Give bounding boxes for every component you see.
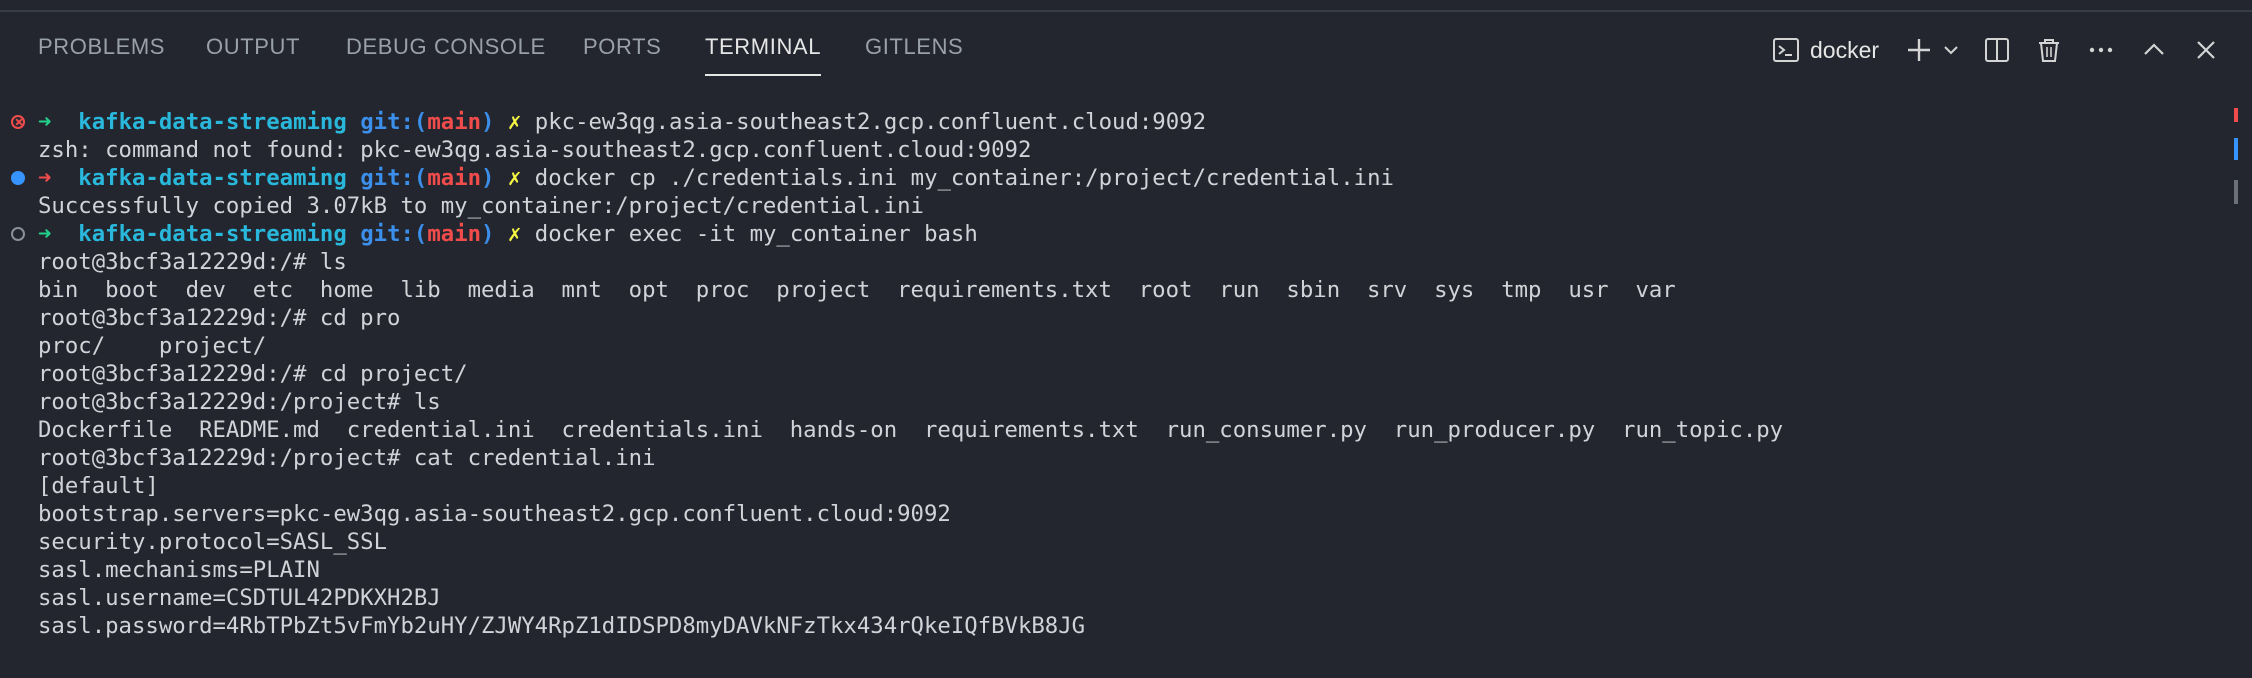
prompt-repo: kafka-data-streaming [78, 165, 347, 191]
scroll-thumb[interactable] [2234, 180, 2238, 204]
prompt-git-close: ) [481, 109, 495, 135]
output-line: sasl.password=4RbTPbZt5vFmYb2uHY/ZJWY4Rp… [38, 613, 1086, 639]
command-error-icon[interactable] [11, 115, 25, 129]
new-terminal-button[interactable] [1903, 32, 1935, 68]
output-line: root@3bcf3a12229d:/# cd project/ [38, 361, 468, 387]
command-running-icon[interactable] [11, 227, 25, 241]
tab-problems[interactable]: PROBLEMS [38, 34, 165, 60]
output-line: root@3bcf3a12229d:/# ls [38, 249, 347, 275]
shell-name: docker [1810, 36, 1880, 63]
output-line: Dockerfile README.md credential.ini cred… [38, 417, 1784, 443]
tab-ports[interactable]: PORTS [583, 34, 661, 60]
prompt-branch: main [427, 165, 482, 191]
output-line: bootstrap.servers=pkc-ew3qg.asia-southea… [38, 501, 951, 527]
terminal-shell-selector[interactable]: docker [1772, 32, 1879, 68]
more-icon [2087, 36, 2115, 64]
output-line: Successfully copied 3.07kB to my_contain… [38, 193, 924, 219]
command-text: docker cp ./credentials.ini my_container… [534, 165, 1394, 191]
output-line: root@3bcf3a12229d:/# cd pro [38, 305, 401, 331]
kill-terminal-button[interactable] [2033, 32, 2065, 68]
output-line: bin boot dev etc home lib media mnt opt … [38, 277, 1676, 303]
prompt-git: git:( [360, 221, 428, 247]
output-line: sasl.username=CSDTUL42PDKXH2BJ [38, 585, 441, 611]
command-success-icon[interactable] [11, 171, 25, 185]
prompt-arrow: ➜ [38, 165, 52, 191]
tab-output[interactable]: OUTPUT [206, 34, 300, 60]
output-line: sasl.mechanisms=PLAIN [38, 557, 320, 583]
split-terminal-button[interactable] [1981, 32, 2013, 68]
prompt-branch: main [427, 221, 482, 247]
prompt-dirty-mark: ✗ [507, 221, 522, 247]
prompt-git: git:( [360, 109, 428, 135]
prompt-line: ➜ kafka-data-streaming git:(main) ✗ pkc-… [38, 108, 1206, 136]
split-icon [1983, 36, 2011, 64]
output-line: root@3bcf3a12229d:/project# ls [38, 389, 441, 415]
output-line: root@3bcf3a12229d:/project# cat credenti… [38, 445, 656, 471]
terminal-icon [1772, 36, 1800, 64]
tab-debug-console[interactable]: DEBUG CONSOLE [346, 34, 546, 60]
output-line: [default] [38, 473, 159, 499]
panel-tab-bar: PROBLEMS OUTPUT DEBUG CONSOLE PORTS TERM… [0, 14, 2252, 84]
panel-top-border [0, 0, 2252, 12]
trash-icon [2035, 36, 2063, 64]
command-text: pkc-ew3qg.asia-southeast2.gcp.confluent.… [534, 109, 1206, 135]
prompt-arrow: ➜ [38, 109, 52, 135]
close-panel-button[interactable] [2190, 32, 2222, 68]
prompt-dirty-mark: ✗ [507, 109, 522, 135]
scroll-error-marker [2234, 108, 2238, 122]
chevron-down-icon [1942, 41, 1960, 59]
scroll-success-marker [2234, 138, 2238, 160]
prompt-arrow: ➜ [38, 221, 52, 247]
tab-gitlens[interactable]: GITLENS [865, 34, 963, 60]
active-tab-indicator [705, 74, 821, 76]
command-text: docker exec -it my_container bash [534, 221, 978, 247]
close-icon [2193, 37, 2219, 63]
chevron-up-icon [2141, 37, 2167, 63]
plus-icon [1905, 36, 1933, 64]
prompt-branch: main [427, 109, 482, 135]
prompt-dirty-mark: ✗ [507, 165, 522, 191]
prompt-git-close: ) [481, 221, 495, 247]
prompt-line: ➜ kafka-data-streaming git:(main) ✗ dock… [38, 220, 978, 248]
output-line: security.protocol=SASL_SSL [38, 529, 388, 555]
prompt-repo: kafka-data-streaming [78, 109, 347, 135]
launch-profile-button[interactable] [1940, 32, 1962, 68]
terminal-scrollbar[interactable] [2232, 100, 2252, 678]
prompt-line: ➜ kafka-data-streaming git:(main) ✗ dock… [38, 164, 1394, 192]
output-line: proc/ project/ [38, 333, 267, 359]
output-line: zsh: command not found: pkc-ew3qg.asia-s… [38, 137, 1032, 163]
more-actions-button[interactable] [2085, 32, 2117, 68]
tab-terminal[interactable]: TERMINAL [705, 34, 821, 60]
prompt-git-close: ) [481, 165, 495, 191]
prompt-git: git:( [360, 165, 428, 191]
prompt-repo: kafka-data-streaming [78, 221, 347, 247]
terminal-output[interactable]: ➜ kafka-data-streaming git:(main) ✗ pkc-… [0, 108, 2230, 678]
maximize-panel-button[interactable] [2138, 32, 2170, 68]
